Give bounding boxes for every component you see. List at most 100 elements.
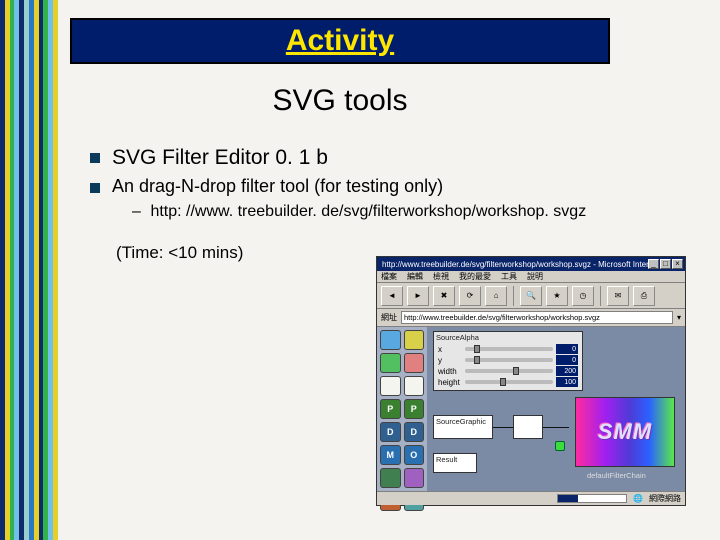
menu-item[interactable]: 工具 xyxy=(501,271,517,282)
progress-bar xyxy=(557,494,627,503)
filter-node-result[interactable]: Result xyxy=(433,453,477,473)
connection-wire xyxy=(543,427,569,428)
slide-subtitle: SVG tools xyxy=(70,84,610,118)
bullet-text: An drag-N-drop filter tool (for testing … xyxy=(112,176,443,197)
palette-button[interactable]: D xyxy=(380,422,401,442)
refresh-icon: ⟳ xyxy=(467,291,474,300)
window-title: http://www.treebuilder.de/svg/filterwork… xyxy=(382,260,648,269)
square-bullet-icon xyxy=(90,183,100,193)
search-icon: 🔍 xyxy=(526,291,536,300)
address-bar: 網址 http://www.treebuilder.de/svg/filterw… xyxy=(377,309,685,327)
palette-button[interactable] xyxy=(404,376,425,396)
preview-caption: defaultFilterChain xyxy=(587,471,646,480)
slider-value: 0 xyxy=(556,344,578,354)
properties-panel: SourceAlpha x 0 y 0 width 200 heig xyxy=(433,331,583,391)
refresh-button[interactable]: ⟳ xyxy=(459,286,481,306)
print-icon: ⎙ xyxy=(641,291,647,301)
palette-button[interactable] xyxy=(404,330,425,350)
node-label: SourceGraphic xyxy=(436,417,486,426)
bullet-link-text: http: //www. treebuilder. de/svg/filterw… xyxy=(150,203,586,220)
palette-button[interactable] xyxy=(404,353,425,373)
address-input[interactable]: http://www.treebuilder.de/svg/filterwork… xyxy=(401,311,673,324)
toolbar: ◄ ► ✖ ⟳ ⌂ 🔍 ★ ◷ ✉ ⎙ xyxy=(377,283,685,309)
side-stripes xyxy=(0,0,58,540)
palette-button[interactable] xyxy=(404,468,425,488)
print-button[interactable]: ⎙ xyxy=(633,286,655,306)
toolbar-divider xyxy=(600,286,601,306)
history-button[interactable]: ◷ xyxy=(572,286,594,306)
connection-wire xyxy=(493,427,513,428)
close-button[interactable]: × xyxy=(672,259,683,269)
bullet-list: SVG Filter Editor 0. 1 b An drag-N-drop … xyxy=(90,146,710,221)
star-icon: ★ xyxy=(553,291,560,300)
slider[interactable] xyxy=(465,358,553,362)
address-value: http://www.treebuilder.de/svg/filterwork… xyxy=(404,313,600,322)
slider-label: x xyxy=(438,345,462,354)
slider-label: y xyxy=(438,356,462,365)
square-bullet-icon xyxy=(90,153,100,163)
stop-button[interactable]: ✖ xyxy=(433,286,455,306)
arrow-left-icon: ◄ xyxy=(388,291,396,300)
app-canvas: P P D D M O SourceAlpha x 0 y xyxy=(377,327,685,491)
menu-item[interactable]: 檢視 xyxy=(433,271,449,282)
activity-banner: Activity xyxy=(70,18,610,64)
window-controls: _ □ × xyxy=(648,259,683,269)
node-label: Result xyxy=(436,455,457,464)
back-button[interactable]: ◄ xyxy=(381,286,403,306)
menu-item[interactable]: 說明 xyxy=(527,271,543,282)
bullet-sub-item: – http: //www. treebuilder. de/svg/filte… xyxy=(132,203,710,221)
bullet-item: An drag-N-drop filter tool (for testing … xyxy=(90,176,710,197)
palette-button[interactable]: P xyxy=(404,399,425,419)
palette-button[interactable] xyxy=(380,330,401,350)
home-button[interactable]: ⌂ xyxy=(485,286,507,306)
stripe xyxy=(53,0,58,540)
filter-node-middle[interactable] xyxy=(513,415,543,439)
bullet-item: SVG Filter Editor 0. 1 b xyxy=(90,146,710,170)
search-button[interactable]: 🔍 xyxy=(520,286,542,306)
history-icon: ◷ xyxy=(580,291,587,300)
slider[interactable] xyxy=(465,369,553,373)
preview-text: SMM xyxy=(598,419,652,445)
slider-label: height xyxy=(438,378,462,387)
status-zone: 網際網路 xyxy=(649,493,681,504)
menu-item[interactable]: 檔案 xyxy=(381,271,397,282)
menubar: 檔案 編輯 檢視 我的最愛 工具 說明 xyxy=(377,271,685,283)
slider-row: x 0 xyxy=(438,344,578,354)
menu-item[interactable]: 我的最愛 xyxy=(459,271,491,282)
minimize-button[interactable]: _ xyxy=(648,259,659,269)
forward-button[interactable]: ► xyxy=(407,286,429,306)
palette-button[interactable]: O xyxy=(404,445,425,465)
mail-icon: ✉ xyxy=(615,291,622,300)
home-icon: ⌂ xyxy=(494,291,499,300)
panel-title: SourceAlpha xyxy=(434,332,582,343)
preview-box: SMM xyxy=(575,397,675,467)
palette-button[interactable]: M xyxy=(380,445,401,465)
favorites-button[interactable]: ★ xyxy=(546,286,568,306)
workspace[interactable]: SourceAlpha x 0 y 0 width 200 heig xyxy=(427,327,685,491)
output-port-icon[interactable] xyxy=(555,441,565,451)
status-bar: 🌐 網際網路 xyxy=(377,491,685,505)
palette-button[interactable]: D xyxy=(404,422,425,442)
slider-row: width 200 xyxy=(438,366,578,376)
palette-button[interactable] xyxy=(380,468,401,488)
palette-button[interactable] xyxy=(380,376,401,396)
palette-button[interactable] xyxy=(380,353,401,373)
globe-icon: 🌐 xyxy=(633,494,643,503)
mail-button[interactable]: ✉ xyxy=(607,286,629,306)
banner-title: Activity xyxy=(286,24,394,58)
slider[interactable] xyxy=(465,380,553,384)
menu-item[interactable]: 編輯 xyxy=(407,271,423,282)
toolbar-divider xyxy=(513,286,514,306)
palette-button[interactable]: P xyxy=(380,399,401,419)
window-titlebar: http://www.treebuilder.de/svg/filterwork… xyxy=(377,257,685,271)
slider-value: 200 xyxy=(556,366,578,376)
tool-palette: P P D D M O xyxy=(377,327,427,491)
slider[interactable] xyxy=(465,347,553,351)
slider-value: 100 xyxy=(556,377,578,387)
filter-node-source[interactable]: SourceGraphic xyxy=(433,415,493,439)
address-label: 網址 xyxy=(381,312,397,323)
slider-value: 0 xyxy=(556,355,578,365)
maximize-button[interactable]: □ xyxy=(660,259,671,269)
chevron-down-icon[interactable]: ▾ xyxy=(677,313,681,322)
stop-icon: ✖ xyxy=(441,291,448,300)
